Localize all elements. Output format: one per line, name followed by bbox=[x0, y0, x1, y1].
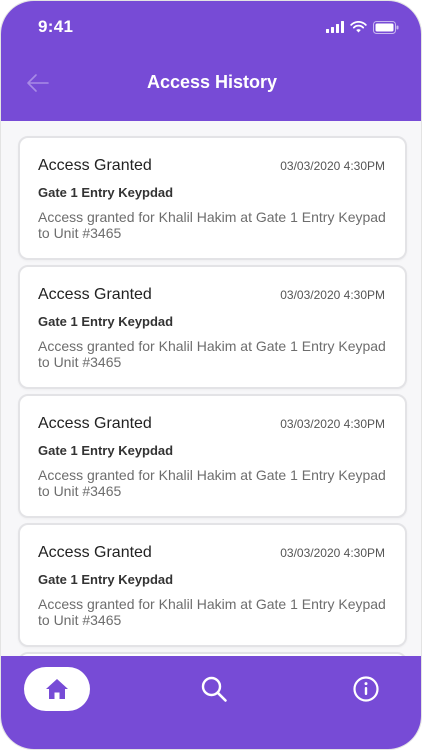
entry-title: Access Granted bbox=[38, 544, 152, 561]
entry-timestamp: 03/03/2020 4:30PM bbox=[280, 546, 385, 560]
entry-title: Access Granted bbox=[38, 415, 152, 432]
signal-icon bbox=[326, 21, 344, 33]
status-time: 9:41 bbox=[38, 17, 74, 36]
entry-location: Gate 1 Entry Keypdad bbox=[38, 443, 174, 458]
entry-location: Gate 1 Entry Keypdad bbox=[38, 185, 174, 200]
access-entry-card[interactable]: Access Granted 03/03/2020 4:30PM Gate 1 … bbox=[18, 265, 407, 389]
access-entry-card[interactable]: Access Granted 03/03/2020 4:30PM Gate 1 … bbox=[18, 136, 407, 260]
status-icons bbox=[326, 20, 399, 34]
page-title: Access History bbox=[146, 72, 278, 92]
entry-location: Gate 1 Entry Keypdad bbox=[38, 572, 174, 587]
battery-icon bbox=[373, 20, 399, 34]
entry-title: Access Granted bbox=[38, 286, 152, 303]
access-entry-card[interactable]: Access Granted 03/03/2020 4:30PM Gate 1 … bbox=[18, 394, 407, 518]
info-icon bbox=[353, 676, 379, 702]
nav-info-button[interactable] bbox=[352, 675, 380, 703]
access-history-list[interactable]: Access Granted 03/03/2020 4:30PM Gate 1 … bbox=[1, 121, 421, 656]
entry-description: Access granted for Khalil Hakim at Gate … bbox=[38, 596, 386, 628]
entry-location: Gate 1 Entry Keypdad bbox=[38, 314, 174, 329]
app-header: 9:41 Access History bbox=[1, 1, 421, 121]
entry-timestamp: 03/03/2020 4:30PM bbox=[280, 417, 385, 431]
entry-timestamp: 03/03/2020 4:30PM bbox=[280, 159, 385, 173]
status-bar: 9:41 bbox=[1, 1, 421, 51]
home-icon bbox=[46, 679, 68, 699]
search-icon bbox=[201, 676, 227, 702]
nav-home-button[interactable] bbox=[24, 667, 90, 711]
access-entry-card[interactable]: Access Granted 03/03/2020 4:30PM Gate 1 … bbox=[18, 523, 407, 647]
entry-description: Access granted for Khalil Hakim at Gate … bbox=[38, 338, 386, 370]
entry-description: Access granted for Khalil Hakim at Gate … bbox=[38, 467, 386, 499]
nav-search-button[interactable] bbox=[200, 675, 228, 703]
wifi-icon bbox=[350, 21, 367, 33]
entry-description: Access granted for Khalil Hakim at Gate … bbox=[38, 209, 386, 241]
bottom-nav bbox=[1, 656, 421, 749]
entry-title: Access Granted bbox=[38, 157, 152, 174]
entry-timestamp: 03/03/2020 4:30PM bbox=[280, 288, 385, 302]
phone-screen: 9:41 Access History Access Granted 03/03… bbox=[0, 0, 422, 750]
